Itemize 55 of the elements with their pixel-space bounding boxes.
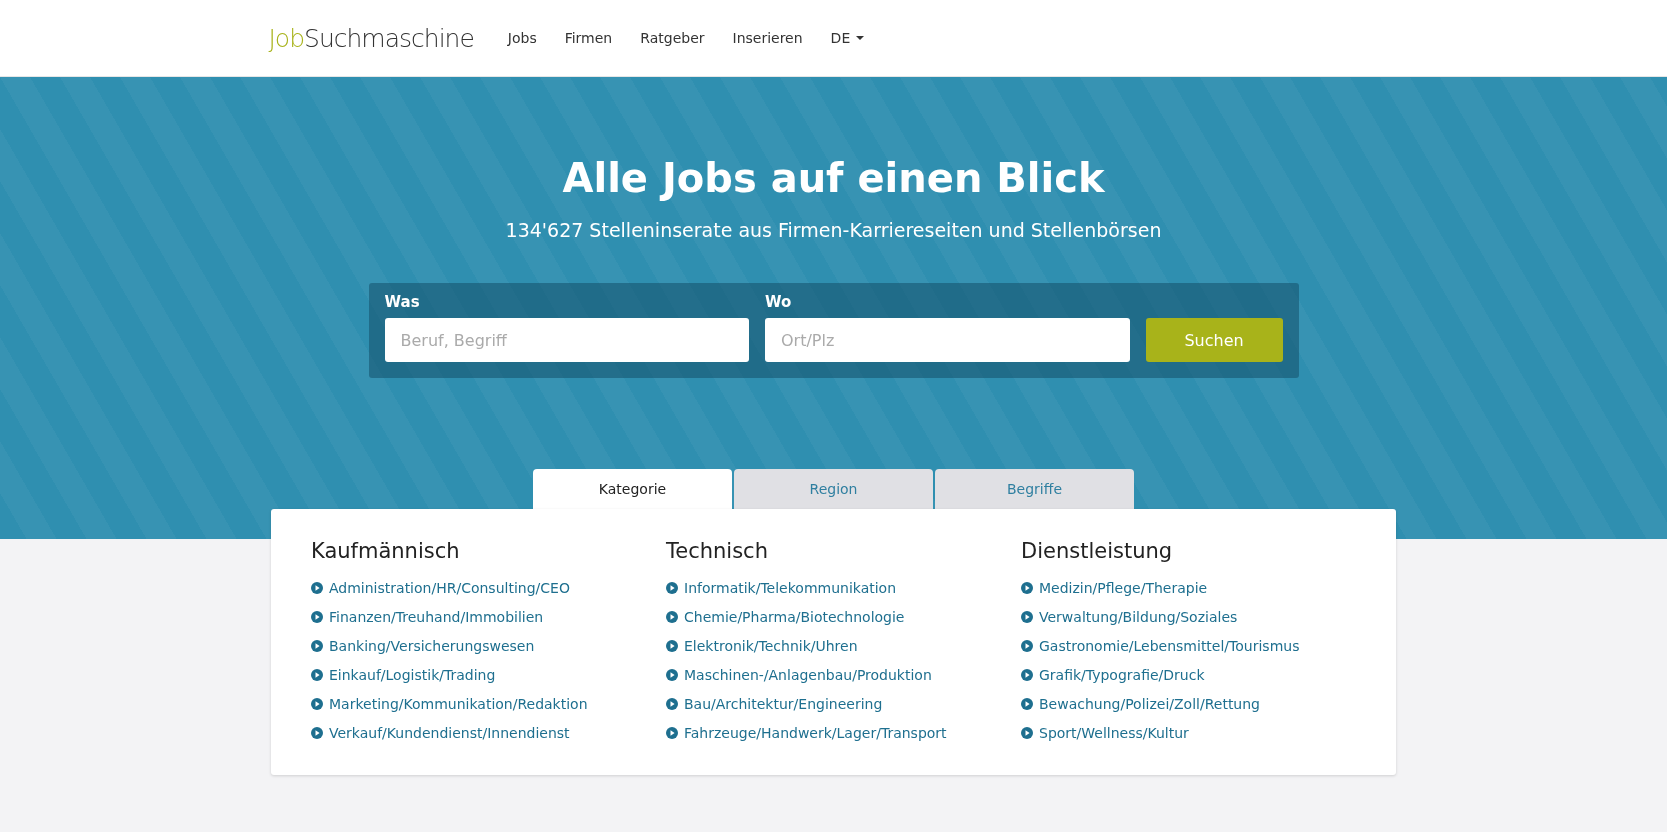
category-link[interactable]: Marketing/Kommunikation/Redaktion bbox=[311, 696, 646, 712]
category-link[interactable]: Gastronomie/Lebensmittel/Tourismus bbox=[1021, 638, 1356, 654]
category-link[interactable]: Einkauf/Logistik/Trading bbox=[311, 667, 646, 683]
category-link[interactable]: Informatik/Telekommunikation bbox=[666, 580, 1001, 596]
play-circle-icon bbox=[311, 727, 323, 739]
play-circle-icon bbox=[1021, 640, 1033, 652]
play-circle-icon bbox=[666, 698, 678, 710]
play-circle-icon bbox=[1021, 582, 1033, 594]
category-link[interactable]: Sport/Wellness/Kultur bbox=[1021, 725, 1356, 741]
category-link[interactable]: Fahrzeuge/Handwerk/Lager/Transport bbox=[666, 725, 1001, 741]
category-link[interactable]: Banking/Versicherungswesen bbox=[311, 638, 646, 654]
field-label: Was bbox=[384, 293, 421, 311]
category-link[interactable]: Verwaltung/Bildung/Soziales bbox=[1021, 609, 1356, 625]
caret-icon bbox=[856, 36, 865, 40]
play-circle-icon bbox=[666, 582, 678, 594]
category-link[interactable]: Maschinen-/Anlagenbau/Produktion bbox=[666, 667, 1001, 683]
play-circle-icon bbox=[311, 611, 323, 623]
category-heading: Kaufmännisch bbox=[311, 539, 461, 563]
category-link[interactable]: Elektronik/Technik/Uhren bbox=[666, 638, 1001, 654]
tab[interactable]: Begriffe bbox=[935, 469, 1134, 509]
play-circle-icon bbox=[666, 727, 678, 739]
category-heading: Technisch bbox=[666, 539, 769, 563]
tab[interactable]: Kategorie bbox=[533, 469, 732, 509]
hero-subtitle: 134'627 Stelleninserate aus Firmen-Karriereseiten und Stellenbörsen bbox=[505, 219, 1162, 241]
play-circle-icon bbox=[311, 582, 323, 594]
category-link[interactable]: Grafik/Typografie/Druck bbox=[1021, 667, 1356, 683]
nav-link[interactable]: Inserieren bbox=[732, 30, 803, 46]
field-label: Wo bbox=[765, 293, 793, 311]
category-link[interactable]: Administration/HR/Consulting/CEO bbox=[311, 580, 646, 596]
play-circle-icon bbox=[666, 640, 678, 652]
play-circle-icon bbox=[1021, 727, 1033, 739]
category-link[interactable]: Chemie/Pharma/Biotechnologie bbox=[666, 609, 1001, 625]
category-link[interactable]: Bewachung/Polizei/Zoll/Rettung bbox=[1021, 696, 1356, 712]
play-circle-icon bbox=[1021, 669, 1033, 681]
nav-link[interactable]: Ratgeber bbox=[640, 30, 705, 46]
search-field[interactable]: Beruf, Begriff bbox=[384, 318, 749, 362]
play-circle-icon bbox=[311, 698, 323, 710]
category-link[interactable]: Finanzen/Treuhand/Immobilien bbox=[311, 609, 646, 625]
play-circle-icon bbox=[666, 611, 678, 623]
category-link[interactable]: Bau/Architektur/Engineering bbox=[666, 696, 1001, 712]
logo[interactable]: JobSuchmaschine bbox=[268, 23, 474, 53]
play-circle-icon bbox=[666, 669, 678, 681]
hero-title: Alle Jobs auf einen Blick bbox=[562, 155, 1105, 201]
category-link[interactable]: Verkauf/Kundendienst/Innendienst bbox=[311, 725, 646, 741]
play-circle-icon bbox=[1021, 698, 1033, 710]
category-link[interactable]: Medizin/Pflege/Therapie bbox=[1021, 580, 1356, 596]
tab[interactable]: Region bbox=[734, 469, 933, 509]
nav-link[interactable]: Jobs bbox=[507, 30, 537, 46]
nav-link[interactable]: Firmen bbox=[564, 30, 613, 46]
play-circle-icon bbox=[311, 640, 323, 652]
play-circle-icon bbox=[1021, 611, 1033, 623]
category-heading: Dienstleistung bbox=[1021, 539, 1174, 563]
play-circle-icon bbox=[311, 669, 323, 681]
search-field[interactable]: Ort/Plz bbox=[765, 318, 1130, 362]
language-dropdown[interactable]: DE bbox=[830, 30, 865, 46]
